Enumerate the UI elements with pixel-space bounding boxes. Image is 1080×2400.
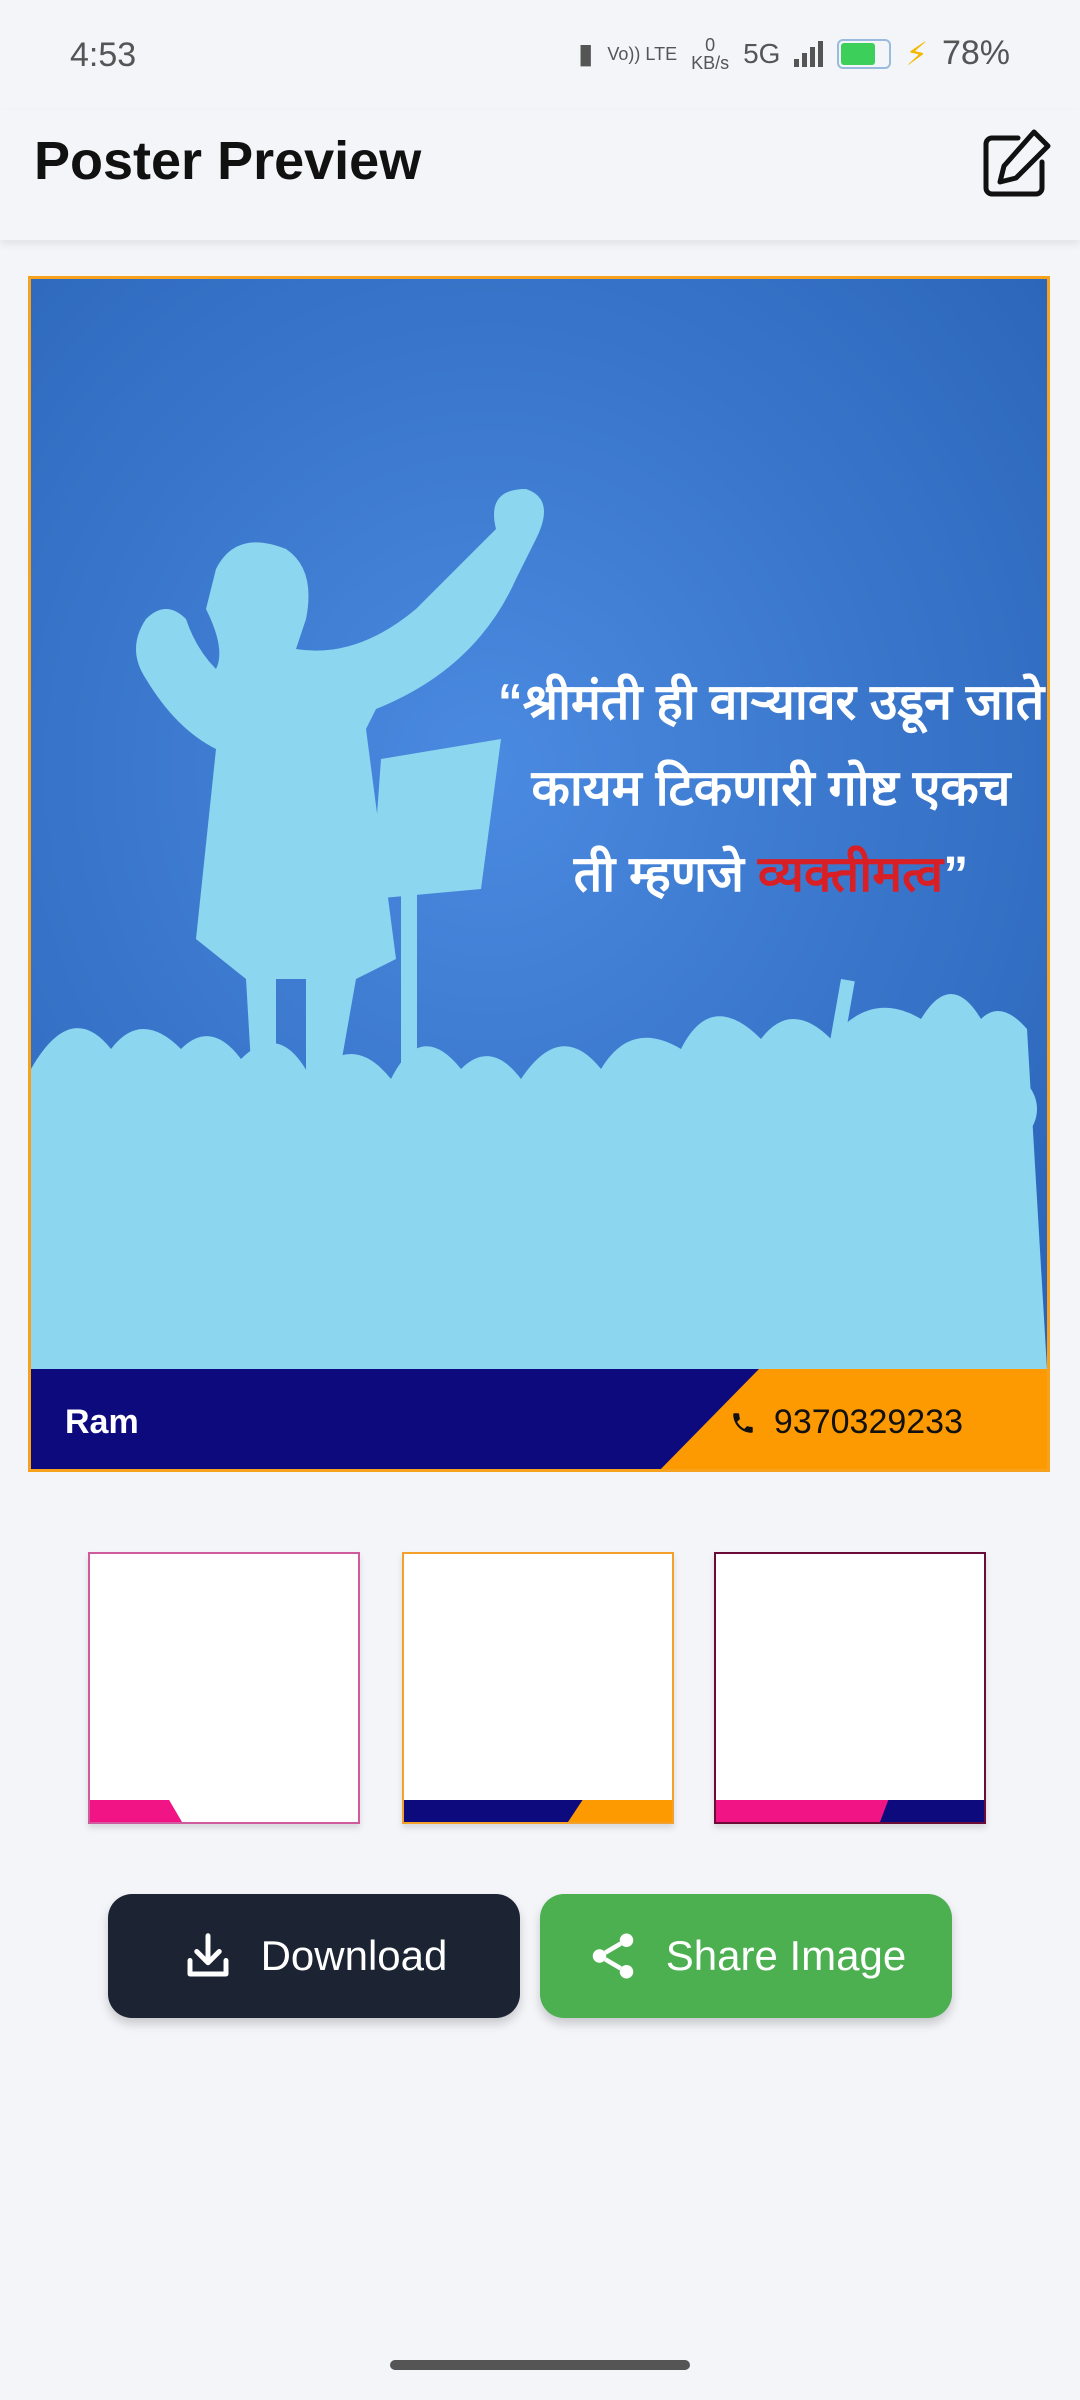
share-label: Share Image	[665, 1932, 907, 1979]
template-selector	[88, 1552, 992, 1826]
template-option-3[interactable]	[714, 1552, 986, 1824]
app-bar: Poster Preview	[0, 110, 1080, 240]
edit-button[interactable]	[978, 126, 1054, 202]
battery-icon	[837, 38, 892, 69]
template-option-2[interactable]	[402, 1552, 674, 1824]
footer-phone: 9370329233	[730, 1403, 963, 1442]
network-type: 5G	[743, 37, 781, 69]
charging-icon: ⚡	[905, 35, 928, 72]
status-icons: ▮ Vo)) LTE 0 KB/s 5G ⚡ 78%	[578, 34, 1010, 73]
template-band-accent	[568, 1800, 672, 1822]
battery-percent: 78%	[941, 34, 1010, 72]
poster-preview: “श्रीमंती ही वाऱ्यावर उडून जाते कायम टिक…	[28, 276, 1050, 1472]
home-indicator[interactable]	[390, 2360, 690, 2370]
download-icon	[187, 1933, 229, 1977]
quote-line-2: कायम टिकणारी गोष्ट एकच	[531, 760, 1011, 816]
page-title: Poster Preview	[34, 131, 422, 191]
quote-line-3-start: ती म्हणजे	[573, 846, 758, 902]
signal-icon	[794, 40, 824, 67]
template-band	[90, 1800, 182, 1822]
status-time: 4:53	[70, 36, 137, 74]
poster-footer: Ram 9370329233	[31, 1369, 1047, 1469]
quote-line-1: “श्रीमंती ही वाऱ्यावर उडून जाते	[497, 674, 1045, 730]
download-label: Download	[260, 1932, 448, 1979]
share-image-button[interactable]: Share Image	[540, 1894, 952, 2018]
poster-quote: “श्रीमंती ही वाऱ्यावर उडून जाते कायम टिक…	[461, 659, 1047, 917]
download-button[interactable]: Download	[108, 1894, 520, 2018]
template-option-1[interactable]	[88, 1552, 360, 1824]
data-speed-unit: KB/s	[691, 52, 730, 73]
quote-line-3: ती म्हणजे व्यक्तीमत्व”	[461, 831, 1047, 917]
volte-indicator: Vo)) LTE	[607, 43, 678, 64]
data-speed: 0 KB/s	[691, 36, 729, 72]
quote-line-3-end: ”	[943, 846, 969, 902]
template-band-accent	[880, 1800, 984, 1822]
share-icon	[592, 1933, 633, 1979]
quote-highlight: व्यक्तीमत्व	[757, 846, 944, 902]
data-speed-value: 0	[705, 34, 716, 55]
battery-fill	[841, 42, 876, 65]
vibrate-icon: ▮	[577, 38, 594, 69]
template-band	[716, 1800, 906, 1822]
phone-icon	[733, 1412, 753, 1433]
phone-number: 9370329233	[773, 1403, 963, 1441]
footer-name: Ram	[65, 1403, 139, 1441]
edit-icon	[983, 129, 1051, 197]
status-bar: 4:53 ▮ Vo)) LTE 0 KB/s 5G ⚡ 78%	[0, 0, 1080, 110]
